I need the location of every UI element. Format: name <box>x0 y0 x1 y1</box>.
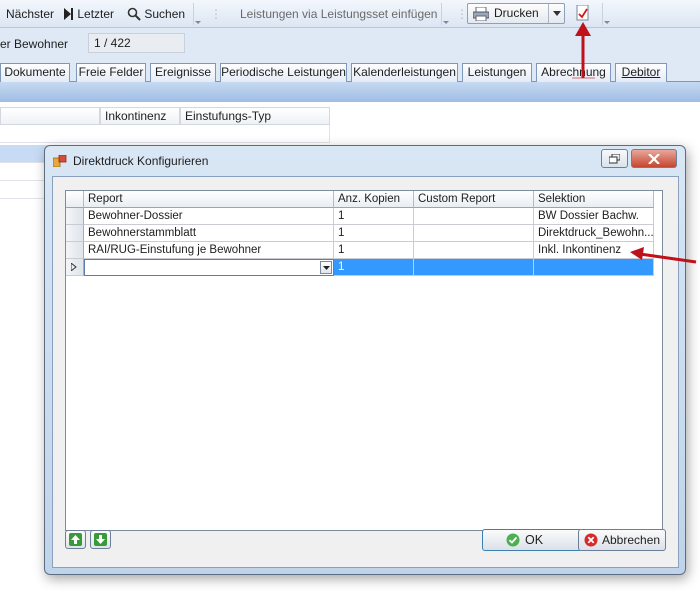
resident-label: er Bewohner <box>0 37 69 51</box>
column-header-report[interactable]: Report <box>84 191 334 208</box>
print-button[interactable]: Drucken <box>467 3 565 24</box>
tab-freie-felder[interactable]: Freie Felder <box>76 63 146 82</box>
report-grid[interactable]: Report Anz. Kopien Custom Report Selekti… <box>65 190 663 531</box>
record-counter: 1 / 422 <box>88 33 185 53</box>
move-down-button[interactable] <box>90 530 111 549</box>
check-icon <box>506 533 520 547</box>
print-split-divider <box>548 4 549 23</box>
column-header <box>0 107 100 125</box>
cell-copies[interactable]: 1 <box>334 242 414 259</box>
dialog-title: Direktdruck Konfigurieren <box>73 154 209 168</box>
cell-copies[interactable]: 1 <box>334 225 414 242</box>
row-header-corner <box>66 191 84 208</box>
toolbar-overflow-grip[interactable] <box>193 3 201 25</box>
cell-report[interactable]: Bewohnerstammblatt <box>84 225 334 242</box>
insert-services-button[interactable]: Leistungen via Leistungsset einfügen <box>240 6 437 22</box>
column-header-selektion[interactable]: Selektion <box>534 191 654 208</box>
tab-leistungen[interactable]: Leistungen <box>462 63 532 82</box>
insert-services-label: Leistungen via Leistungsset einfügen <box>240 7 438 21</box>
search-button[interactable]: Suchen <box>127 6 185 22</box>
last-record-icon <box>64 8 73 20</box>
row-header[interactable] <box>66 225 84 242</box>
column-header-copies[interactable]: Anz. Kopien <box>334 191 414 208</box>
tab-dokumente[interactable]: Dokumente <box>0 63 70 82</box>
next-label: Nächster <box>6 7 55 21</box>
annotation-arrow-left <box>630 247 697 264</box>
cell-copies[interactable]: 1 <box>334 259 414 276</box>
cancel-icon <box>584 533 598 547</box>
dialog-body: Report Anz. Kopien Custom Report Selekti… <box>52 176 679 568</box>
direct-print-icon <box>576 4 589 21</box>
tab-ereignisse[interactable]: Ereignisse <box>150 63 216 82</box>
table-row[interactable] <box>0 181 50 199</box>
cell-copies[interactable]: 1 <box>334 208 414 225</box>
direct-print-config-dialog: Direktdruck Konfigurieren Report Anz. Ko… <box>44 145 686 575</box>
arrow-up-icon <box>69 533 82 546</box>
restore-icon <box>609 154 620 164</box>
tab-debitor[interactable]: Debitor <box>615 63 667 82</box>
toolbar-overflow-grip[interactable] <box>441 3 449 25</box>
tab-kalenderleistungen[interactable]: Kalenderleistungen <box>351 63 458 82</box>
cell-custom-report[interactable] <box>414 259 534 276</box>
column-header-einstufungs-typ[interactable]: Einstufungs-Typ <box>180 107 330 125</box>
print-label: Drucken <box>494 6 539 20</box>
toolbar-overflow-grip[interactable] <box>602 3 610 25</box>
annotation-arrow-up <box>572 22 595 79</box>
search-icon <box>127 7 141 21</box>
row-header[interactable] <box>66 242 84 259</box>
cell-report[interactable]: Bewohner-Dossier <box>84 208 334 225</box>
next-button[interactable]: Nächster <box>6 6 54 22</box>
cancel-button[interactable]: Abbrechen <box>578 529 666 551</box>
cell-report[interactable]: RAI/RUG-Einstufung je Bewohner <box>84 242 334 259</box>
toolbar-separator: ⋮ <box>210 7 222 21</box>
report-dropdown-button[interactable] <box>320 261 332 274</box>
ok-label: OK <box>525 533 544 547</box>
cell-custom-report[interactable] <box>414 225 534 242</box>
cell-custom-report[interactable] <box>414 208 534 225</box>
close-icon <box>648 154 660 164</box>
column-header-inkontinenz[interactable]: Inkontinenz <box>100 107 180 125</box>
last-button[interactable]: Letzter <box>64 6 114 22</box>
row-header[interactable] <box>66 208 84 225</box>
close-button[interactable] <box>631 149 677 168</box>
arrow-down-icon <box>94 533 107 546</box>
printer-icon <box>473 7 489 21</box>
row-header-new[interactable] <box>66 259 84 276</box>
column-header-custom-report[interactable]: Custom Report <box>414 191 534 208</box>
last-label: Letzter <box>77 7 115 21</box>
app-icon <box>53 155 67 167</box>
tab-periodische-leistungen[interactable]: Periodische Leistungen <box>220 63 347 82</box>
restore-button[interactable] <box>601 149 628 168</box>
section-header-strip <box>0 82 700 102</box>
cell-custom-report[interactable] <box>414 242 534 259</box>
table-row[interactable] <box>0 125 330 143</box>
direct-print-config-button[interactable] <box>576 4 590 21</box>
chevron-down-icon <box>323 266 330 270</box>
ok-button[interactable]: OK <box>482 529 582 551</box>
table-row[interactable] <box>0 163 50 181</box>
move-up-button[interactable] <box>65 530 86 549</box>
search-label: Suchen <box>144 7 186 21</box>
report-combobox[interactable] <box>84 259 334 276</box>
cell-selektion[interactable]: BW Dossier Bachw. <box>534 208 654 225</box>
table-row[interactable] <box>0 145 50 163</box>
current-row-indicator-icon <box>71 263 77 271</box>
cell-selektion[interactable]: Direktdruck_Bewohn... <box>534 225 654 242</box>
chevron-down-icon[interactable] <box>553 11 561 16</box>
cancel-label: Abbrechen <box>602 533 661 547</box>
